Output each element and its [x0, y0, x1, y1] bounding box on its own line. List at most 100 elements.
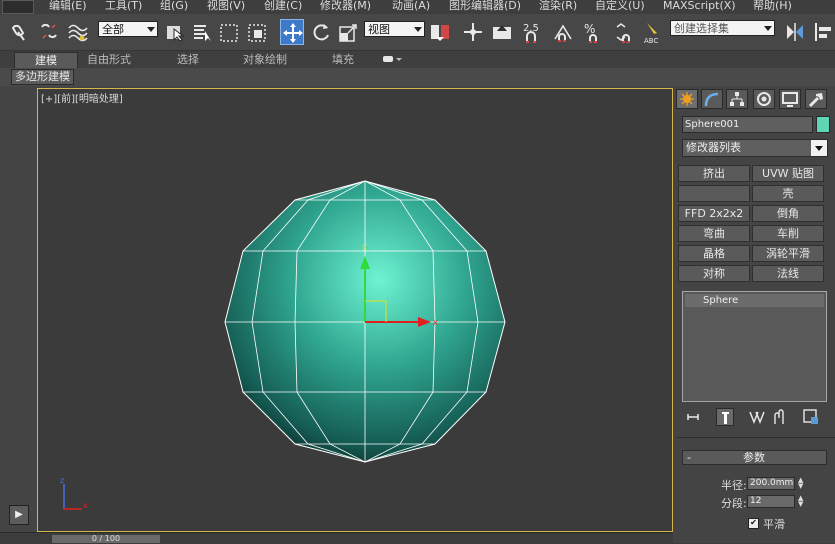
- modifier-normal-button[interactable]: 法线: [752, 265, 824, 282]
- world-axis-tripod: z x: [60, 476, 88, 510]
- modifier-turbosmooth-button[interactable]: 涡轮平滑: [752, 245, 824, 262]
- hierarchy-panel-tab[interactable]: [726, 89, 748, 109]
- menu-rendering[interactable]: 渲染(R): [539, 0, 577, 12]
- menu-modifiers[interactable]: 修改器(M): [320, 0, 371, 12]
- modifier-lathe-button[interactable]: 车削: [752, 225, 824, 242]
- unlink-selection-icon[interactable]: [37, 19, 61, 45]
- modifier-empty-button[interactable]: [678, 185, 750, 202]
- rectangular-selection-region-icon[interactable]: [217, 19, 241, 45]
- menu-bar: 编辑(E) 工具(T) 组(G) 视图(V) 创建(C) 修改器(M) 动画(A…: [0, 0, 835, 14]
- spinner-snap-toggle-icon[interactable]: [611, 19, 635, 45]
- menu-views[interactable]: 视图(V): [207, 0, 245, 12]
- segments-spinner[interactable]: 12: [747, 495, 795, 508]
- select-by-name-icon[interactable]: [190, 19, 214, 45]
- modifier-list-label: 修改器列表: [686, 141, 741, 154]
- tab-selection[interactable]: 选择: [158, 52, 218, 67]
- percent-snap-toggle-icon[interactable]: %: [581, 19, 605, 45]
- align-icon[interactable]: [811, 19, 835, 45]
- menu-help[interactable]: 帮助(H): [753, 0, 792, 12]
- bind-to-space-warp-icon[interactable]: [66, 19, 90, 45]
- tab-freeform[interactable]: 自由形式: [78, 52, 140, 67]
- modifier-symmetry-button[interactable]: 对称: [678, 265, 750, 282]
- modifier-lattice-button[interactable]: 晶格: [678, 245, 750, 262]
- tab-modeling[interactable]: 建模: [14, 52, 78, 69]
- selection-filter-dropdown[interactable]: 全部: [98, 21, 158, 37]
- world-z-label: z: [60, 476, 64, 485]
- mirror-icon[interactable]: [783, 19, 807, 45]
- reference-coordinate-value: 视图: [368, 23, 390, 36]
- object-name-field[interactable]: Sphere001: [682, 116, 813, 133]
- rollout-toggle[interactable]: -: [687, 451, 691, 464]
- app-logo-icon[interactable]: [2, 0, 34, 14]
- select-and-link-icon[interactable]: [8, 19, 32, 45]
- reference-coordinate-dropdown[interactable]: 视图: [364, 21, 425, 37]
- modifier-extrude-button[interactable]: 挤出: [678, 165, 750, 182]
- left-viewport-gutter: [0, 88, 36, 533]
- motion-panel-tab[interactable]: [753, 89, 775, 109]
- select-and-scale-icon[interactable]: [336, 19, 360, 45]
- radius-spinner[interactable]: 200.0mm: [747, 477, 795, 490]
- modifier-stack[interactable]: Sphere: [682, 291, 827, 402]
- segments-spinner-arrows[interactable]: ▲ ▼: [798, 495, 806, 508]
- tab-populate[interactable]: 填充: [320, 52, 366, 67]
- show-end-result-icon[interactable]: [716, 408, 734, 426]
- angle-snap-toggle-icon[interactable]: [551, 19, 575, 45]
- menu-customize[interactable]: 自定义(U): [595, 0, 645, 12]
- modifier-list-dropdown[interactable]: 修改器列表: [682, 139, 828, 157]
- menu-group[interactable]: 组(G): [160, 0, 188, 12]
- modifier-ffd-button[interactable]: FFD 2x2x2: [678, 205, 750, 222]
- segments-label: 分段:: [721, 497, 747, 510]
- gizmo-x-label: x: [433, 318, 438, 327]
- remove-modifier-icon[interactable]: [770, 408, 788, 426]
- snaps-toggle-icon[interactable]: 2.5: [521, 19, 545, 45]
- front-viewport[interactable]: [+][前][明暗处理] y x z x: [37, 88, 673, 532]
- modifier-uvw-map-button[interactable]: UVW 贴图: [752, 165, 824, 182]
- ribbon-options-icon[interactable]: [380, 52, 404, 67]
- select-and-manipulate-icon[interactable]: [461, 19, 485, 45]
- expand-trackbar-icon[interactable]: ▶: [9, 505, 29, 525]
- display-panel-tab[interactable]: [779, 89, 801, 109]
- time-slider[interactable]: 0 / 100: [52, 535, 160, 543]
- parameters-rollout-header[interactable]: - 参数: [682, 450, 827, 465]
- ribbon-panel-bar: [0, 68, 835, 86]
- smooth-checkbox[interactable]: ✔: [748, 518, 759, 529]
- select-and-move-icon[interactable]: [280, 19, 304, 45]
- menu-tools[interactable]: 工具(T): [105, 0, 142, 12]
- modifier-bend-button[interactable]: 弯曲: [678, 225, 750, 242]
- use-pivot-center-icon[interactable]: [428, 19, 452, 45]
- gizmo-y-label: y: [362, 242, 367, 251]
- menu-maxscript[interactable]: MAXScript(X): [663, 0, 736, 12]
- menu-graph-editors[interactable]: 图形编辑器(D): [449, 0, 521, 12]
- tab-object-paint[interactable]: 对象绘制: [234, 52, 296, 67]
- window-crossing-icon[interactable]: [245, 19, 269, 45]
- radius-spinner-arrows[interactable]: ▲ ▼: [798, 477, 806, 490]
- modifier-bevel-button[interactable]: 倒角: [752, 205, 824, 222]
- configure-modifier-sets-icon[interactable]: [802, 408, 820, 426]
- select-and-rotate-icon[interactable]: [309, 19, 333, 45]
- edit-named-selection-sets-icon[interactable]: ABC: [642, 19, 666, 45]
- panel-divider: [676, 437, 835, 438]
- smooth-label: 平滑: [763, 518, 785, 531]
- object-color-swatch[interactable]: [816, 116, 830, 133]
- utilities-panel-tab[interactable]: [805, 89, 827, 109]
- pin-stack-icon[interactable]: [685, 408, 703, 426]
- sphere-mesh[interactable]: y x z x: [38, 89, 672, 531]
- create-panel-tab[interactable]: [676, 89, 698, 109]
- named-selection-set-dropdown[interactable]: 创建选择集: [670, 20, 775, 36]
- menu-animation[interactable]: 动画(A): [392, 0, 430, 12]
- modifier-shell-button[interactable]: 壳: [752, 185, 824, 202]
- menu-edit[interactable]: 编辑(E): [49, 0, 87, 12]
- rollout-title: 参数: [743, 451, 765, 464]
- svg-text:%: %: [584, 22, 595, 36]
- keyboard-shortcut-override-icon[interactable]: [490, 19, 514, 45]
- select-object-icon[interactable]: [163, 19, 187, 45]
- time-slider-frame: 0 / 100: [91, 534, 121, 543]
- modify-panel-tab[interactable]: [701, 89, 723, 109]
- make-unique-icon[interactable]: [748, 408, 766, 426]
- menu-create[interactable]: 创建(C): [264, 0, 302, 12]
- stack-item-sphere[interactable]: Sphere: [685, 294, 824, 307]
- chevron-down-icon[interactable]: [811, 140, 827, 156]
- world-x-label: x: [83, 501, 88, 510]
- named-selection-set-text: 创建选择集: [674, 22, 729, 35]
- polygon-modeling-button[interactable]: 多边形建模: [11, 69, 74, 85]
